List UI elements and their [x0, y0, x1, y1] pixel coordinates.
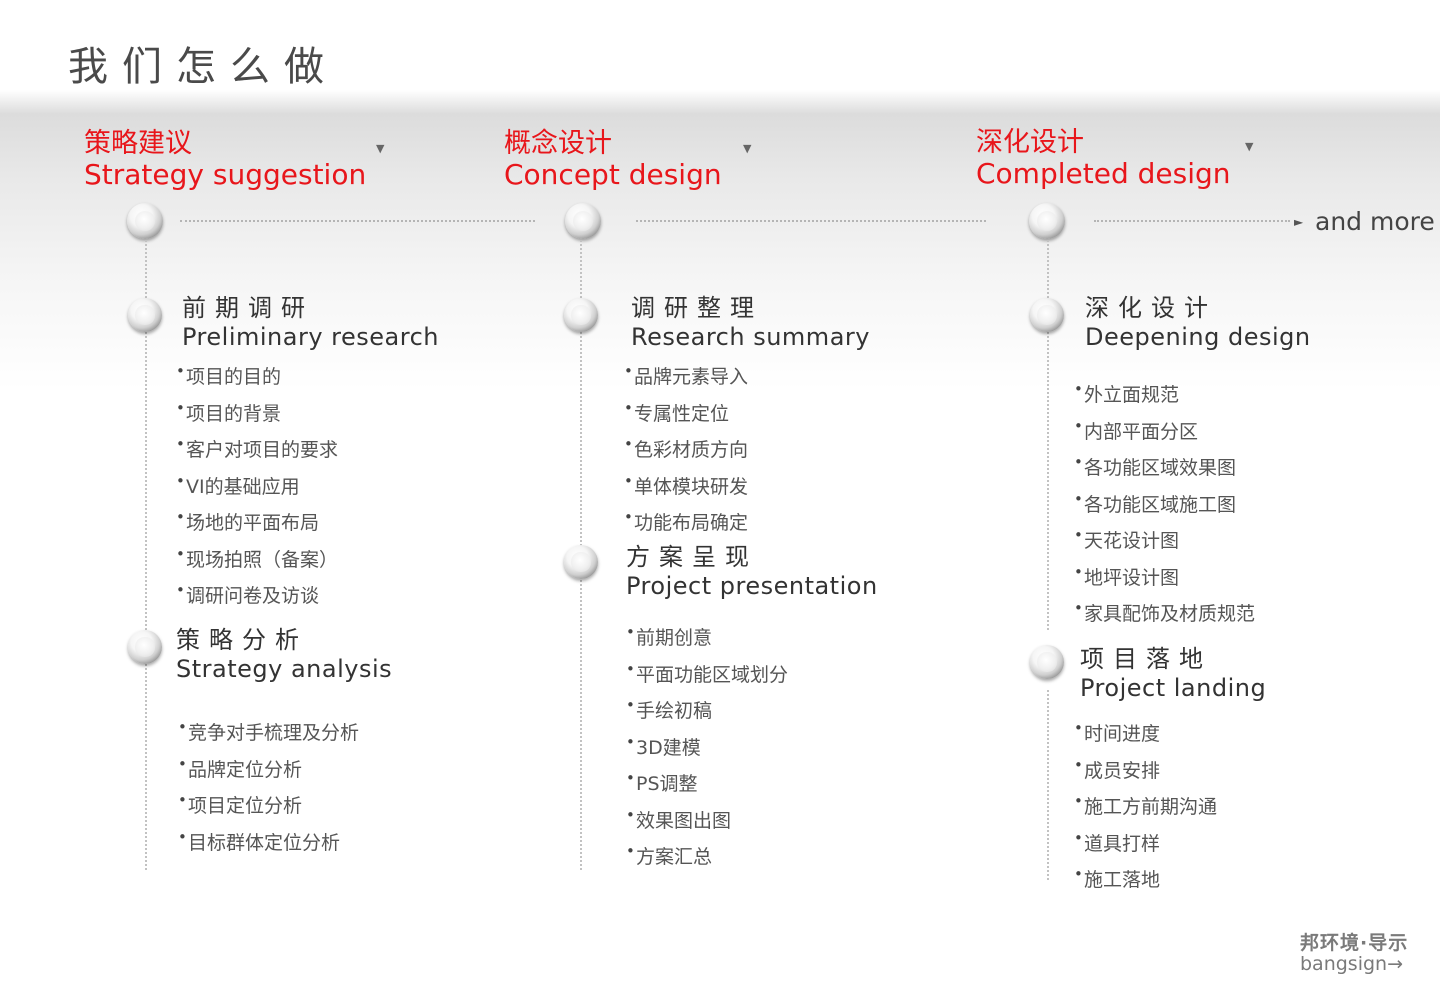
- logo-cn: 邦环境·导示: [1300, 932, 1409, 954]
- section-deepening-design: 深化设计 Deepening design: [1085, 294, 1311, 352]
- timeline-connector: [1094, 220, 1290, 222]
- section-project-landing: 项目落地 Project landing: [1080, 645, 1266, 703]
- section-node-icon: [1030, 645, 1064, 679]
- list-item: 项目的背景: [176, 393, 338, 436]
- list-item: 品牌定位分析: [178, 749, 359, 792]
- list-item: 项目的目的: [176, 356, 338, 399]
- list-item: 功能布局确定: [624, 502, 748, 545]
- list-item: 时间进度: [1074, 713, 1217, 756]
- list-item: 地坪设计图: [1074, 557, 1255, 600]
- section-en: Project presentation: [626, 571, 878, 600]
- list-item: 施工方前期沟通: [1074, 786, 1217, 829]
- section-preliminary-research: 前期调研 Preliminary research: [182, 294, 439, 352]
- phase-en: Strategy suggestion: [84, 158, 367, 192]
- section-en: Research summary: [631, 322, 870, 351]
- list-item: 场地的平面布局: [176, 502, 338, 545]
- brand-logo: 邦环境·导示 bangsign→: [1300, 928, 1408, 975]
- section-cn: 深化设计: [1085, 294, 1217, 322]
- list-item: 方案汇总: [626, 836, 788, 879]
- phase-en: Completed design: [976, 157, 1231, 191]
- section-en: Deepening design: [1085, 322, 1311, 351]
- item-list: 外立面规范 内部平面分区 各功能区域效果图 各功能区域施工图 天花设计图 地坪设…: [1074, 374, 1255, 636]
- timeline-node-icon: [565, 203, 601, 239]
- section-en: Strategy analysis: [176, 654, 393, 683]
- item-list: 前期创意 平面功能区域划分 手绘初稿 3D建模 PS调整 效果图出图 方案汇总: [626, 617, 788, 879]
- list-item: 各功能区域效果图: [1074, 447, 1255, 490]
- section-en: Project landing: [1080, 673, 1267, 702]
- section-cn: 前期调研: [182, 294, 314, 322]
- list-item: 专属性定位: [624, 393, 748, 436]
- item-list: 竞争对手梳理及分析 品牌定位分析 项目定位分析 目标群体定位分析: [178, 712, 359, 865]
- list-item: 现场拍照（备案）: [176, 539, 338, 582]
- list-item: 竞争对手梳理及分析: [178, 712, 359, 755]
- list-item: 施工落地: [1074, 859, 1217, 902]
- list-item: VI的基础应用: [176, 466, 338, 509]
- list-item: 天花设计图: [1074, 520, 1255, 563]
- list-item: 前期创意: [626, 617, 788, 660]
- section-en: Preliminary research: [182, 322, 439, 351]
- section-project-presentation: 方案呈现 Project presentation: [626, 543, 878, 601]
- list-item: 调研问卷及访谈: [176, 575, 338, 618]
- section-node-icon: [564, 298, 598, 332]
- and-more-label: and more: [1315, 207, 1435, 236]
- section-cn: 调研整理: [631, 294, 763, 322]
- logo-en: bangsign→: [1300, 953, 1404, 975]
- section-cn: 策略分析: [176, 626, 308, 654]
- list-item: 单体模块研发: [624, 466, 748, 509]
- list-item: 内部平面分区: [1074, 411, 1255, 454]
- item-list: 项目的目的 项目的背景 客户对项目的要求 VI的基础应用 场地的平面布局 现场拍…: [176, 356, 338, 618]
- list-item: 目标群体定位分析: [178, 822, 359, 865]
- list-item: 客户对项目的要求: [176, 429, 338, 472]
- timeline-connector: [180, 220, 535, 222]
- column-connector: [145, 240, 147, 870]
- phase-completed: 深化设计 Completed design: [976, 127, 1231, 190]
- phase-en: Concept design: [504, 158, 722, 192]
- section-node-icon: [128, 298, 162, 332]
- list-item: 外立面规范: [1074, 374, 1255, 417]
- column-connector: [1047, 690, 1049, 880]
- list-item: 色彩材质方向: [624, 429, 748, 472]
- phase-cn: 策略建议: [84, 128, 192, 159]
- list-item: 各功能区域施工图: [1074, 484, 1255, 527]
- timeline-node-icon: [127, 203, 163, 239]
- phase-cn: 深化设计: [976, 127, 1084, 158]
- list-item: 品牌元素导入: [624, 356, 748, 399]
- section-strategy-analysis: 策略分析 Strategy analysis: [176, 626, 392, 684]
- item-list: 品牌元素导入 专属性定位 色彩材质方向 单体模块研发 功能布局确定: [624, 356, 748, 545]
- timeline-connector: [636, 220, 986, 222]
- phase-cn: 概念设计: [504, 128, 612, 159]
- page-title: 我们怎么做: [68, 44, 338, 90]
- phase-concept: 概念设计 Concept design: [504, 128, 722, 191]
- phase-strategy: 策略建议 Strategy suggestion: [84, 128, 366, 191]
- list-item: 手绘初稿: [626, 690, 788, 733]
- triangle-down-icon: ▼: [1245, 140, 1254, 153]
- section-cn: 项目落地: [1080, 645, 1212, 673]
- list-item: 3D建模: [626, 727, 788, 770]
- section-cn: 方案呈现: [626, 543, 758, 571]
- list-item: 成员安排: [1074, 750, 1217, 793]
- list-item: 效果图出图: [626, 800, 788, 843]
- section-node-icon: [1030, 298, 1064, 332]
- item-list: 时间进度 成员安排 施工方前期沟通 道具打样 施工落地: [1074, 713, 1217, 902]
- section-node-icon: [128, 630, 162, 664]
- section-node-icon: [564, 545, 598, 579]
- list-item: 项目定位分析: [178, 785, 359, 828]
- arrow-right-icon: ►: [1294, 215, 1304, 229]
- list-item: PS调整: [626, 763, 788, 806]
- list-item: 家具配饰及材质规范: [1074, 593, 1255, 636]
- timeline-node-icon: [1029, 203, 1065, 239]
- triangle-down-icon: ▼: [743, 142, 752, 155]
- list-item: 道具打样: [1074, 823, 1217, 866]
- section-research-summary: 调研整理 Research summary: [631, 294, 870, 352]
- triangle-down-icon: ▼: [376, 142, 385, 155]
- list-item: 平面功能区域划分: [626, 654, 788, 697]
